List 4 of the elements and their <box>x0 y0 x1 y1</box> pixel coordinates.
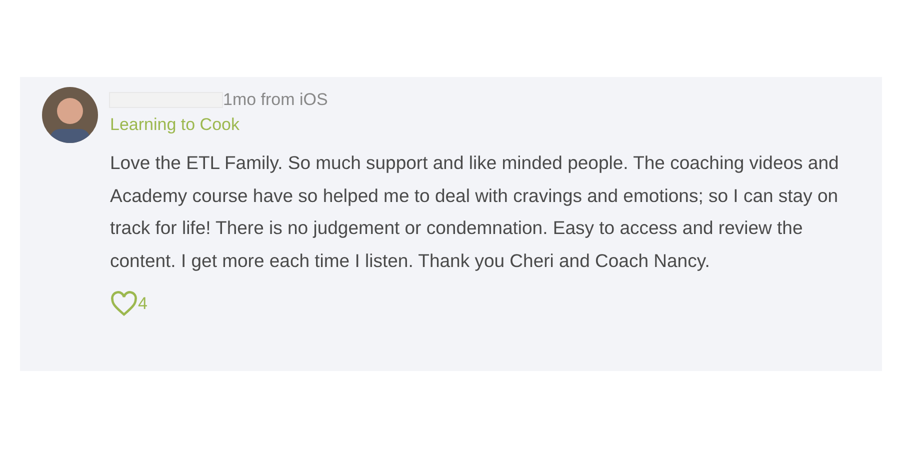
comment-text: Love the ETL Family. So much support and like minded people. The coaching videos and Academy course have so helped me to deal with cravings and emotions; so I can stay on track for life! There is no judgement or condemnation. Easy to access and review the content. I get more each time I listen. Thank you Cheri and Coach Nancy. <box>110 151 840 273</box>
like-button[interactable]: 4 <box>110 291 148 317</box>
post-meta: 1mo from iOS <box>223 89 328 112</box>
group-link[interactable]: Learning to Cook <box>110 113 850 137</box>
